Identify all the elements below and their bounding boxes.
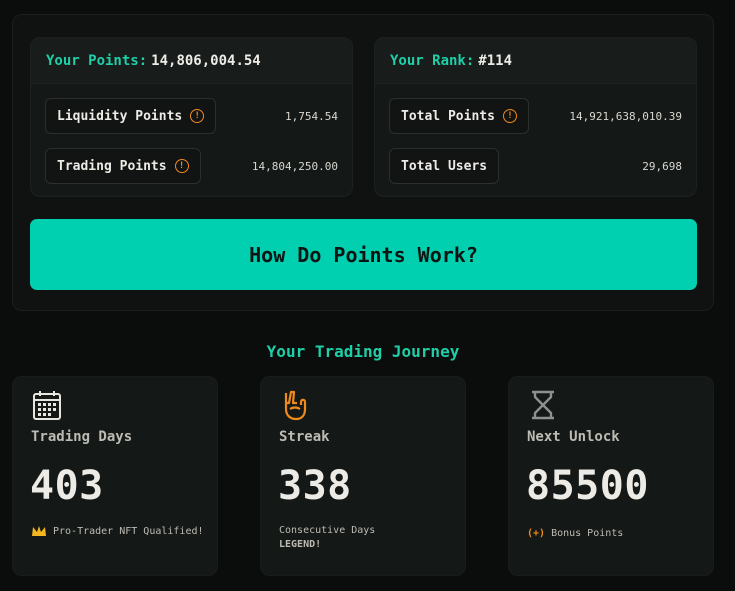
trading-days-label: Trading Days <box>31 429 133 445</box>
hand-icon <box>284 390 307 421</box>
journey-title: Your Trading Journey <box>266 342 460 361</box>
consecutive-days-text: Consecutive Days <box>279 525 376 536</box>
plus-badge: (+) <box>527 528 546 539</box>
next-unlock-card: Next Unlock 85500 (+) Bonus Points <box>508 376 714 576</box>
legend-badge: LEGEND! <box>279 539 322 550</box>
trading-days-card: Trading Days 403 Pro-Trader NFT Qualifie… <box>12 376 218 576</box>
trading-points-row: Trading Points ! 14,804,250.00 <box>45 148 338 184</box>
total-users-value: 29,698 <box>642 159 682 173</box>
trading-days-value: 403 <box>30 463 104 509</box>
total-points-label: Total Points <box>401 108 495 124</box>
total-users-chip: Total Users <box>389 148 500 184</box>
nft-qualified-note: Pro-Trader NFT Qualified! <box>31 525 204 537</box>
info-icon[interactable]: ! <box>190 109 205 123</box>
trading-points-chip[interactable]: Trading Points ! <box>45 148 201 184</box>
info-icon[interactable]: ! <box>502 109 517 123</box>
trading-points-label: Trading Points <box>57 158 167 174</box>
streak-card: Streak 338 Consecutive Days LEGEND! <box>260 376 466 576</box>
total-points-value: 14,921,638,010.39 <box>569 109 682 123</box>
points-card-header: Your Points: 14,806,004.54 <box>31 38 352 84</box>
total-points-chip[interactable]: Total Points ! <box>389 98 529 134</box>
calendar-icon <box>33 391 61 420</box>
crown-icon <box>32 526 46 536</box>
rank-card-header: Your Rank: #114 <box>375 38 696 84</box>
total-users-label: Total Users <box>401 158 488 174</box>
hourglass-icon <box>532 390 554 420</box>
streak-label: Streak <box>279 429 330 445</box>
liquidity-points-chip[interactable]: Liquidity Points ! <box>45 98 217 134</box>
streak-value: 338 <box>278 463 352 509</box>
points-title-value: 14,806,004.54 <box>151 52 261 69</box>
rank-card: Your Rank: #114 Total Points ! 14,921,63… <box>374 37 697 197</box>
liquidity-points-label: Liquidity Points <box>57 108 183 124</box>
bonus-points-note: (+) Bonus Points <box>527 528 623 539</box>
info-icon[interactable]: ! <box>174 159 189 173</box>
points-panel: Your Points: 14,806,004.54 Liquidity Poi… <box>12 14 714 311</box>
rank-title-value: #114 <box>478 52 513 69</box>
liquidity-points-value: 1,754.54 <box>285 109 338 123</box>
points-card: Your Points: 14,806,004.54 Liquidity Poi… <box>30 37 353 197</box>
total-points-row: Total Points ! 14,921,638,010.39 <box>389 98 682 134</box>
bonus-points-text: Bonus Points <box>551 528 624 539</box>
points-title-label: Your Points: <box>46 52 148 69</box>
trading-points-value: 14,804,250.00 <box>251 159 338 173</box>
next-unlock-value: 85500 <box>526 463 649 509</box>
rank-title-label: Your Rank: <box>390 52 475 69</box>
nft-qualified-text: Pro-Trader NFT Qualified! <box>53 525 204 537</box>
total-users-row: Total Users 29,698 <box>389 148 682 184</box>
liquidity-points-row: Liquidity Points ! 1,754.54 <box>45 98 338 134</box>
how-points-work-button[interactable]: How Do Points Work? <box>30 219 697 290</box>
next-unlock-label: Next Unlock <box>527 429 620 445</box>
